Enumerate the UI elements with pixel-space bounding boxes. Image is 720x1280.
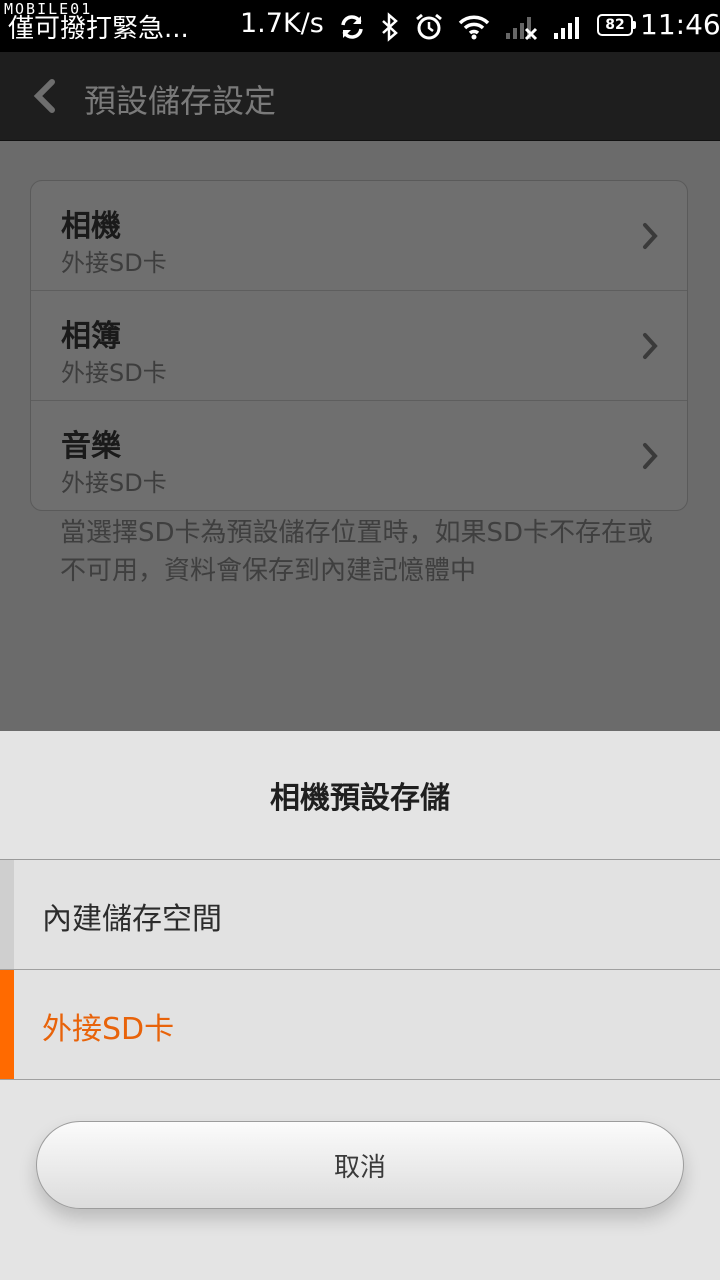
status-bar: MOBILE01 僅可撥打緊急... 1.7K/s 82 11:46 — [0, 0, 720, 52]
network-speed: 1.7K/s — [240, 8, 324, 39]
sheet-title: 相機預設存儲 — [0, 731, 720, 860]
row-title: 相簿 — [61, 319, 121, 354]
screen: MOBILE01 僅可撥打緊急... 1.7K/s 82 11:46 預設儲存設… — [0, 0, 720, 1280]
selection-marker — [0, 970, 14, 1079]
status-icons — [338, 10, 584, 44]
row-title: 音樂 — [61, 429, 121, 464]
row-value: 外接SD卡 — [61, 359, 167, 387]
cancel-button[interactable]: 取消 — [36, 1121, 684, 1209]
chevron-right-icon — [643, 223, 658, 249]
wifi-icon — [458, 15, 490, 40]
back-arrow-icon[interactable] — [30, 78, 60, 114]
settings-row-gallery[interactable]: 相簿 外接SD卡 — [31, 291, 687, 401]
settings-content: 相機 外接SD卡 相簿 外接SD卡 音樂 外接SD卡 當選擇SD卡為預設儲存位置… — [0, 141, 720, 731]
row-value: 外接SD卡 — [61, 249, 167, 277]
option-label: 外接SD卡 — [42, 1012, 175, 1047]
chevron-right-icon — [643, 443, 658, 469]
chevron-right-icon — [643, 333, 658, 359]
signal-icon — [554, 17, 579, 39]
settings-row-music[interactable]: 音樂 外接SD卡 — [31, 401, 687, 510]
alarm-icon — [416, 13, 442, 40]
battery-icon: 82 — [597, 14, 636, 36]
settings-group: 相機 外接SD卡 相簿 外接SD卡 音樂 外接SD卡 — [30, 180, 688, 511]
settings-row-camera[interactable]: 相機 外接SD卡 — [31, 181, 687, 291]
option-internal-storage[interactable]: 內建儲存空間 — [0, 860, 720, 970]
carrier-text: 僅可撥打緊急... — [8, 14, 189, 44]
title-bar: 預設儲存設定 — [0, 52, 720, 141]
page-title: 預設儲存設定 — [84, 82, 277, 120]
no-signal-icon — [506, 17, 538, 41]
bluetooth-icon — [382, 12, 398, 42]
option-label: 內建儲存空間 — [42, 902, 222, 937]
sync-icon — [341, 15, 363, 39]
selection-marker — [0, 860, 14, 969]
hint-text: 當選擇SD卡為預設儲存位置時，如果SD卡不存在或不可用，資料會保存到內建記憶體中 — [60, 518, 654, 586]
battery-level: 82 — [605, 17, 625, 33]
clock: 11:46 — [640, 8, 720, 41]
storage-bottom-sheet: 相機預設存儲 內建儲存空間 外接SD卡 取消 — [0, 731, 720, 1280]
option-sd-card[interactable]: 外接SD卡 — [0, 970, 720, 1080]
row-title: 相機 — [61, 209, 121, 244]
row-value: 外接SD卡 — [61, 469, 167, 497]
